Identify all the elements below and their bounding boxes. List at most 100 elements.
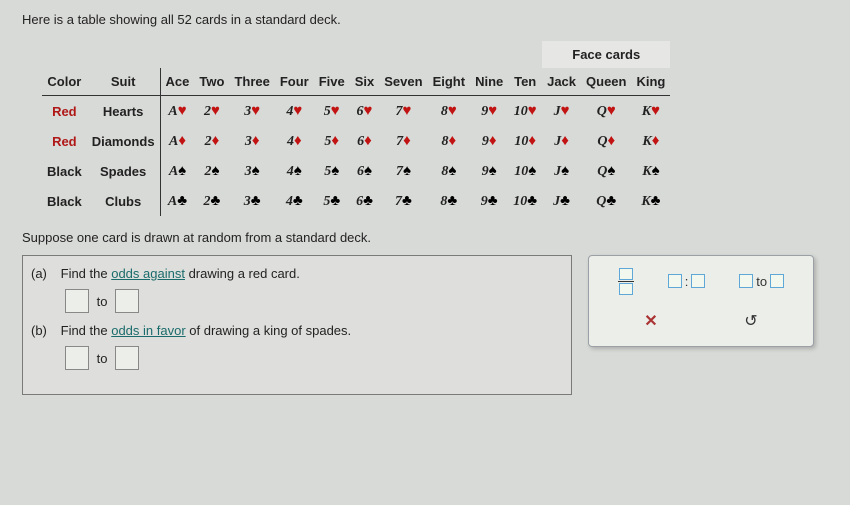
answer-b-input-1[interactable] [65, 346, 89, 370]
tool-panel: : to ✕ ↺ [588, 255, 814, 347]
header-rank: King [631, 68, 670, 96]
card-cell: 3♦ [229, 126, 274, 156]
odds-in-favor-link[interactable]: odds in favor [111, 323, 185, 338]
to-text: to [97, 294, 108, 309]
card-cell: 8♠ [428, 156, 471, 186]
card-cell: 5♦ [314, 126, 350, 156]
color-cell: Black [42, 186, 87, 216]
card-cell: 4♥ [275, 96, 314, 127]
deck-table: Face cards Color Suit Ace Two Three Four… [42, 41, 670, 216]
card-cell: A♦ [160, 126, 194, 156]
card-cell: A♠ [160, 156, 194, 186]
card-cell: Q♦ [581, 126, 631, 156]
header-rank: Seven [379, 68, 427, 96]
qa-text: drawing a red card. [185, 266, 300, 281]
card-cell: 9♠ [470, 156, 508, 186]
prompt-text: Suppose one card is drawn at random from… [22, 230, 828, 245]
card-cell: K♠ [631, 156, 670, 186]
color-cell: Red [42, 96, 87, 127]
table-row: RedDiamondsA♦2♦3♦4♦5♦6♦7♦8♦9♦10♦J♦Q♦K♦ [42, 126, 670, 156]
card-cell: 10♣ [508, 186, 542, 216]
card-cell: 5♣ [314, 186, 350, 216]
qb-text: Find the [61, 323, 112, 338]
header-rank: Jack [542, 68, 581, 96]
header-rank: Ace [160, 68, 194, 96]
to-tool[interactable]: to [739, 274, 784, 289]
color-cell: Black [42, 156, 87, 186]
card-cell: 6♠ [350, 156, 380, 186]
answer-b-input-2[interactable] [115, 346, 139, 370]
card-cell: 6♣ [350, 186, 380, 216]
table-row: BlackClubsA♣2♣3♣4♣5♣6♣7♣8♣9♣10♣J♣Q♣K♣ [42, 186, 670, 216]
card-cell: 3♠ [229, 156, 274, 186]
card-cell: 4♣ [275, 186, 314, 216]
table-row: BlackSpadesA♠2♠3♠4♠5♠6♠7♠8♠9♠10♠J♠Q♠K♠ [42, 156, 670, 186]
card-cell: K♣ [631, 186, 670, 216]
suit-cell: Hearts [87, 96, 160, 127]
header-rank: Five [314, 68, 350, 96]
card-cell: Q♥ [581, 96, 631, 127]
card-cell: 10♦ [508, 126, 542, 156]
qb-label: (b) [31, 323, 57, 338]
ratio-tool[interactable]: : [668, 274, 706, 289]
card-cell: 2♦ [194, 126, 229, 156]
question-box: (a) Find the odds against drawing a red … [22, 255, 572, 395]
header-rank: Six [350, 68, 380, 96]
question-b: (b) Find the odds in favor of drawing a … [31, 323, 561, 370]
qa-label: (a) [31, 266, 57, 281]
card-cell: J♠ [542, 156, 581, 186]
card-cell: 9♥ [470, 96, 508, 127]
card-cell: 7♣ [379, 186, 427, 216]
card-cell: 4♠ [275, 156, 314, 186]
intro-text: Here is a table showing all 52 cards in … [22, 12, 828, 27]
suit-cell: Diamonds [87, 126, 160, 156]
card-cell: 5♠ [314, 156, 350, 186]
card-cell: 2♣ [194, 186, 229, 216]
color-cell: Red [42, 126, 87, 156]
reset-button[interactable]: ↺ [744, 311, 757, 331]
card-cell: 7♥ [379, 96, 427, 127]
card-cell: 10♥ [508, 96, 542, 127]
card-cell: 8♦ [428, 126, 471, 156]
card-cell: 6♦ [350, 126, 380, 156]
card-cell: 7♠ [379, 156, 427, 186]
answer-a-input-2[interactable] [115, 289, 139, 313]
card-cell: 3♣ [229, 186, 274, 216]
card-cell: 8♣ [428, 186, 471, 216]
fraction-tool[interactable] [618, 268, 634, 295]
header-rank: Nine [470, 68, 508, 96]
header-row: Color Suit Ace Two Three Four Five Six S… [42, 68, 670, 96]
to-text: to [97, 351, 108, 366]
header-rank: Three [229, 68, 274, 96]
table-row: RedHeartsA♥2♥3♥4♥5♥6♥7♥8♥9♥10♥J♥Q♥K♥ [42, 96, 670, 127]
answer-a-input-1[interactable] [65, 289, 89, 313]
card-cell: J♦ [542, 126, 581, 156]
card-cell: 4♦ [275, 126, 314, 156]
card-cell: 8♥ [428, 96, 471, 127]
suit-cell: Clubs [87, 186, 160, 216]
card-cell: 5♥ [314, 96, 350, 127]
header-rank: Queen [581, 68, 631, 96]
card-cell: Q♠ [581, 156, 631, 186]
card-cell: 9♣ [470, 186, 508, 216]
question-a: (a) Find the odds against drawing a red … [31, 266, 561, 313]
header-rank: Two [194, 68, 229, 96]
card-cell: 6♥ [350, 96, 380, 127]
header-rank: Four [275, 68, 314, 96]
card-cell: 10♠ [508, 156, 542, 186]
card-cell: A♥ [160, 96, 194, 127]
clear-button[interactable]: ✕ [644, 311, 657, 331]
card-cell: 2♥ [194, 96, 229, 127]
odds-against-link[interactable]: odds against [111, 266, 185, 281]
card-cell: K♦ [631, 126, 670, 156]
card-cell: 3♥ [229, 96, 274, 127]
card-cell: Q♣ [581, 186, 631, 216]
qb-text: of drawing a king of spades. [186, 323, 352, 338]
header-rank: Ten [508, 68, 542, 96]
header-color: Color [42, 68, 87, 96]
card-cell: J♥ [542, 96, 581, 127]
qa-text: Find the [61, 266, 112, 281]
card-cell: 7♦ [379, 126, 427, 156]
card-cell: A♣ [160, 186, 194, 216]
card-cell: J♣ [542, 186, 581, 216]
